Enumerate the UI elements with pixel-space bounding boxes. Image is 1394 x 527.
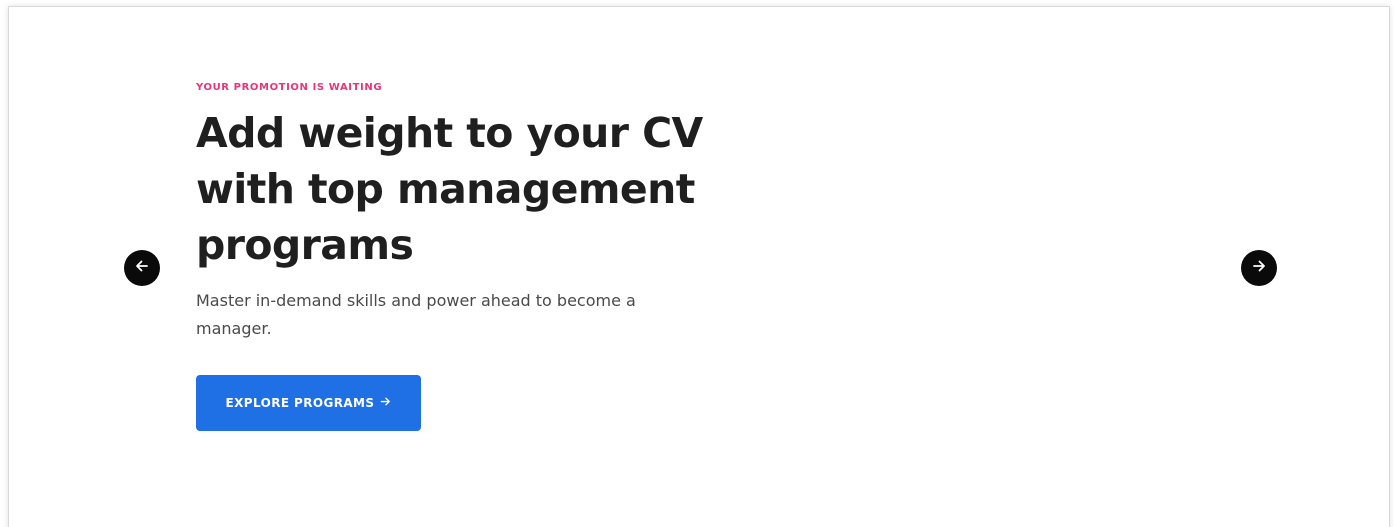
hero-subtitle: Master in-demand skills and power ahead … bbox=[196, 291, 636, 338]
carousel-prev-button[interactable] bbox=[124, 250, 160, 286]
hero-headline-line: with top management bbox=[196, 165, 695, 213]
hero-eyebrow: YOUR PROMOTION IS WAITING bbox=[196, 82, 383, 93]
arrow-right-icon bbox=[1251, 258, 1267, 279]
explore-programs-label: EXPLORE PROGRAMS bbox=[225, 396, 375, 410]
hero-headline-line: Add weight to your CV bbox=[196, 109, 703, 157]
carousel-next-button[interactable] bbox=[1241, 250, 1277, 286]
hero-card: YOUR PROMOTION IS WAITING Add weight to … bbox=[8, 6, 1390, 527]
hero-content: YOUR PROMOTION IS WAITING Add weight to … bbox=[196, 81, 716, 431]
hero-headline-line: programs bbox=[196, 221, 414, 269]
hero-headline: Add weight to your CV with top managemen… bbox=[196, 105, 716, 273]
explore-programs-button[interactable]: EXPLORE PROGRAMS bbox=[196, 375, 421, 431]
arrow-left-icon bbox=[134, 258, 150, 279]
arrow-right-icon bbox=[380, 396, 391, 410]
